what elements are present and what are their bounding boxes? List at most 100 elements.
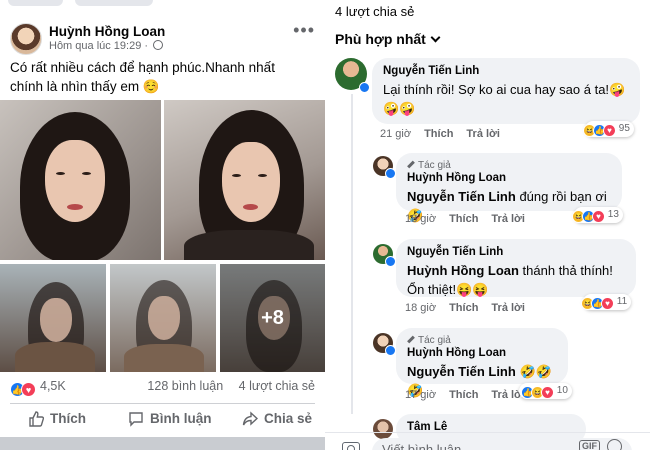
post-photo-2[interactable]: [164, 100, 325, 260]
comment-reply-button[interactable]: Trả lời: [466, 128, 500, 140]
share-count[interactable]: 4 lượt chia sẻ: [239, 379, 315, 393]
comments-panel: 4 lượt chia sẻ Phù hợp nhất Nguyễn Tiến …: [325, 0, 650, 450]
previous-post-button[interactable]: [8, 0, 63, 6]
post-header: Huỳnh Hồng Loan Hôm qua lúc 19:29 · •••: [10, 21, 315, 57]
mention-link[interactable]: Nguyễn Tiến Linh: [407, 189, 516, 204]
post-photo-4[interactable]: [110, 264, 216, 372]
reaction-count: 4,5K: [40, 379, 66, 393]
post-photo-5[interactable]: +8: [220, 264, 325, 372]
reply-avatar[interactable]: [373, 156, 396, 179]
comment-placeholder: Viết bình luận...: [382, 442, 473, 450]
share-button[interactable]: Chia sẻ: [242, 411, 312, 427]
post-text: Có rất nhiều cách để hạnh phúc.Nhanh nhấ…: [10, 60, 275, 94]
comment-input[interactable]: Viết bình luận... GIF: [372, 438, 632, 450]
author-tag: Tác giả: [407, 160, 611, 171]
reply-reactions[interactable]: 😆👍 ♥ 13: [572, 207, 623, 223]
like-button[interactable]: Thích: [28, 411, 86, 427]
reply-bubble: Nguyễn Tiến Linh Huỳnh Hồng Loan thánh t…: [396, 239, 636, 297]
chevron-down-icon: [430, 32, 441, 43]
comment-reaction-count: 95: [618, 123, 630, 134]
comment-count[interactable]: 128 bình luận: [147, 379, 223, 393]
post-card: Huỳnh Hồng Loan Hôm qua lúc 19:29 · ••• …: [0, 0, 325, 450]
more-options-icon[interactable]: •••: [293, 21, 315, 39]
globe-icon: [153, 40, 164, 50]
reply-reaction-count: 11: [616, 296, 628, 307]
verified-badge-icon: [385, 256, 396, 267]
comment-author[interactable]: Nguyễn Tiến Linh: [383, 65, 629, 77]
verified-badge-icon: [385, 168, 396, 179]
author-tag-text: Tác giả: [418, 160, 451, 171]
previous-post-edge: [0, 0, 325, 8]
reply-meta: 18 giờ Thích Trả lời: [405, 302, 538, 314]
emoji-icon[interactable]: [607, 439, 622, 450]
commenter-avatar[interactable]: [335, 58, 370, 93]
verified-badge-icon: [385, 345, 396, 356]
pen-icon: [407, 160, 415, 169]
reactions-summary[interactable]: 👍 ♥ 4,5K: [10, 379, 66, 397]
thumb-icon: [29, 411, 45, 427]
reply-author[interactable]: Huỳnh Hồng Loan: [407, 172, 611, 184]
gif-button[interactable]: GIF: [579, 440, 600, 450]
panel-share-count[interactable]: 4 lượt chia sẻ: [335, 4, 414, 19]
like-label: Thích: [50, 411, 86, 426]
author-name[interactable]: Huỳnh Hồng Loan: [49, 24, 165, 39]
comment-text: Lại thính rồi! Sợ ko ai cua hay sao á ta…: [383, 82, 626, 116]
share-icon: [242, 411, 259, 426]
comment-reactions[interactable]: 😆👍 ♥ 95: [583, 121, 634, 137]
love-icon: ♥: [601, 297, 614, 310]
post-timestamp[interactable]: Hôm qua lúc 19:29 ·: [49, 40, 164, 52]
reply-meta: 17 giờ Thích Trả lời: [405, 389, 538, 401]
reply-time[interactable]: 18 giờ: [405, 213, 436, 225]
share-label: Chia sẻ: [264, 411, 313, 426]
comment-button[interactable]: Bình luận: [128, 411, 212, 427]
reply-reaction-count: 13: [607, 209, 619, 220]
reply-reply-button[interactable]: Trả lời: [491, 213, 525, 225]
comment-bubble: Nguyễn Tiến Linh Lại thính rồi! Sợ ko ai…: [372, 58, 640, 124]
reply-avatar[interactable]: [373, 244, 396, 267]
mention-link[interactable]: Huỳnh Hồng Loan: [407, 263, 519, 278]
reply-bubble: Tác giả Huỳnh Hồng Loan Nguyễn Tiến Linh…: [396, 328, 568, 398]
reply-like-button[interactable]: Thích: [449, 302, 478, 314]
love-icon: ♥: [21, 382, 36, 397]
reply-reactions[interactable]: 👍😆 ♥ 10: [519, 383, 572, 399]
reply-thread-line: [351, 94, 353, 414]
reply-author[interactable]: Nguyễn Tiến Linh: [407, 246, 625, 258]
love-icon: ♥: [592, 210, 605, 223]
reply-meta: 18 giờ Thích Trả lời: [405, 213, 538, 225]
write-comment-bar: Viết bình luận... GIF: [325, 432, 650, 450]
reply-avatar[interactable]: [373, 333, 396, 356]
comment-meta: 21 giờ Thích Trả lời: [380, 128, 513, 140]
reply-author[interactable]: Huỳnh Hồng Loan: [407, 347, 557, 359]
reply-like-button[interactable]: Thích: [449, 389, 478, 401]
post-photo-1[interactable]: [0, 100, 161, 260]
author-tag: Tác giả: [407, 335, 557, 346]
previous-post-button[interactable]: [75, 0, 153, 6]
post-time-text[interactable]: Hôm qua lúc 19:29 ·: [49, 40, 148, 52]
reply-like-button[interactable]: Thích: [449, 213, 478, 225]
author-tag-text: Tác giả: [418, 335, 451, 346]
camera-icon[interactable]: [342, 442, 360, 450]
author-avatar[interactable]: [10, 23, 42, 55]
post-action-bar: Thích Bình luận Chia sẻ: [10, 403, 315, 435]
sort-label: Phù hợp nhất: [335, 31, 426, 47]
pen-icon: [407, 335, 415, 344]
comment-like-button[interactable]: Thích: [424, 128, 453, 140]
reply-bubble: Tác giả Huỳnh Hồng Loan Nguyễn Tiến Linh…: [396, 153, 622, 223]
reply-reply-button[interactable]: Trả lời: [491, 302, 525, 314]
love-icon: ♥: [541, 386, 554, 399]
post-stats: 👍 ♥ 4,5K 128 bình luận 4 lượt chia sẻ: [10, 379, 315, 397]
verified-badge-icon: [359, 82, 370, 93]
comment-time[interactable]: 21 giờ: [380, 128, 411, 140]
reply-time[interactable]: 18 giờ: [405, 302, 436, 314]
reply-reaction-count: 10: [556, 385, 568, 396]
feed-divider: [0, 437, 325, 450]
mention-link[interactable]: Nguyễn Tiến Linh: [407, 364, 516, 379]
love-icon: ♥: [603, 124, 616, 137]
comment-sort-dropdown[interactable]: Phù hợp nhất: [335, 31, 441, 47]
reply-reactions[interactable]: 😆👍 ♥ 11: [581, 294, 632, 310]
post-photo-3[interactable]: [0, 264, 106, 372]
more-photos-count[interactable]: +8: [220, 264, 325, 372]
comment-label: Bình luận: [150, 411, 212, 426]
reply-time[interactable]: 17 giờ: [405, 389, 436, 401]
comment-icon: [129, 412, 143, 427]
